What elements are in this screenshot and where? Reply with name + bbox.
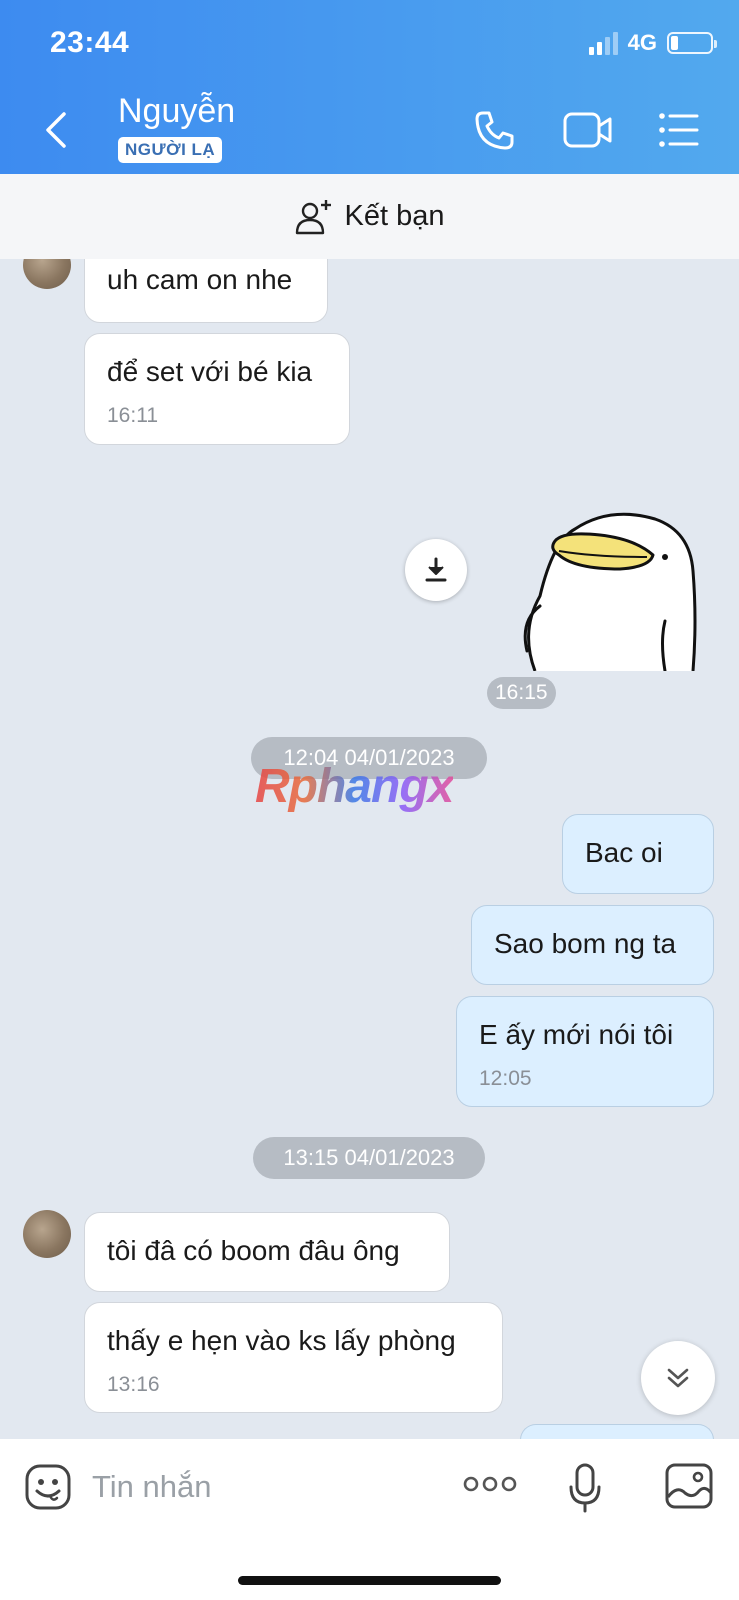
message-text: thấy e hẹn vào ks lấy phòng: [107, 1325, 456, 1356]
menu-list-icon: [659, 113, 699, 147]
add-friend-button[interactable]: Kết bạn: [0, 174, 739, 259]
back-icon: [46, 112, 66, 148]
message-text: uh cam on nhe: [107, 264, 293, 295]
message-text: tôi đâ có boom đâu ông: [107, 1235, 400, 1266]
emoji-icon[interactable]: [24, 1463, 72, 1511]
video-call-icon: [563, 112, 612, 148]
status-time: 23:44: [50, 26, 130, 59]
message-time: 16:11: [107, 404, 158, 427]
phone-icon: [475, 111, 514, 150]
stranger-badge: NGƯỜI LẠ: [118, 137, 223, 163]
microphone-icon[interactable]: [568, 1463, 602, 1513]
add-friend-label: Kết bạn: [344, 200, 445, 232]
message-bubble[interactable]: để set với bé kia 16:11: [84, 333, 350, 445]
message-bubble[interactable]: uh cam on nhe: [84, 259, 328, 323]
signal-icon: [588, 31, 618, 55]
message-bubble[interactable]: Sao bom ng ta: [471, 905, 714, 985]
watermark: Rphangx: [255, 760, 454, 813]
message-bubble[interactable]: thấy e hẹn vào ks lấy phòng 13:16: [84, 1302, 503, 1413]
home-indicator: [238, 1576, 501, 1585]
download-icon: [425, 557, 447, 582]
contact-name[interactable]: Nguyễn: [118, 92, 235, 131]
contact-avatar[interactable]: [23, 259, 71, 289]
message-input[interactable]: [92, 1465, 432, 1509]
message-time: 12:05: [479, 1067, 532, 1090]
contact-avatar[interactable]: [23, 1210, 71, 1258]
penguin-sticker[interactable]: [515, 511, 710, 671]
more-icon[interactable]: [463, 1473, 517, 1495]
back-button[interactable]: [38, 108, 78, 152]
battery-icon: [667, 32, 717, 54]
chat-header: 23:44 4G Nguyễn NGƯỜI LẠ: [0, 0, 739, 174]
message-list[interactable]: uh cam on nhe để set với bé kia 16:11 16…: [0, 259, 739, 1439]
video-call-button[interactable]: [562, 108, 614, 157]
message-text: Bac oi: [585, 837, 663, 868]
scroll-to-bottom-button[interactable]: [641, 1341, 715, 1415]
download-sticker-button[interactable]: [405, 539, 467, 601]
status-indicators: 4G: [588, 30, 717, 56]
message-text: Sao bom ng ta: [494, 928, 677, 959]
call-button[interactable]: [472, 108, 516, 157]
message-time: 16:15: [487, 677, 556, 709]
add-user-icon: [295, 199, 331, 234]
message-time: 13:16: [107, 1373, 160, 1396]
message-bubble[interactable]: [520, 1424, 714, 1439]
chevron-double-down-icon: [667, 1368, 689, 1388]
message-bubble[interactable]: Bac oi: [562, 814, 714, 894]
date-separator: 13:15 04/01/2023: [253, 1137, 485, 1179]
composer-bar: [0, 1439, 739, 1600]
message-text: E ấy mới nói tôi: [479, 1019, 674, 1050]
network-type: 4G: [627, 30, 657, 55]
message-text: để set với bé kia: [107, 356, 313, 387]
chat-menu-button[interactable]: [657, 108, 701, 157]
message-bubble[interactable]: tôi đâ có boom đâu ông: [84, 1212, 450, 1292]
message-bubble[interactable]: E ấy mới nói tôi 12:05: [456, 996, 714, 1107]
image-icon[interactable]: [665, 1463, 713, 1509]
